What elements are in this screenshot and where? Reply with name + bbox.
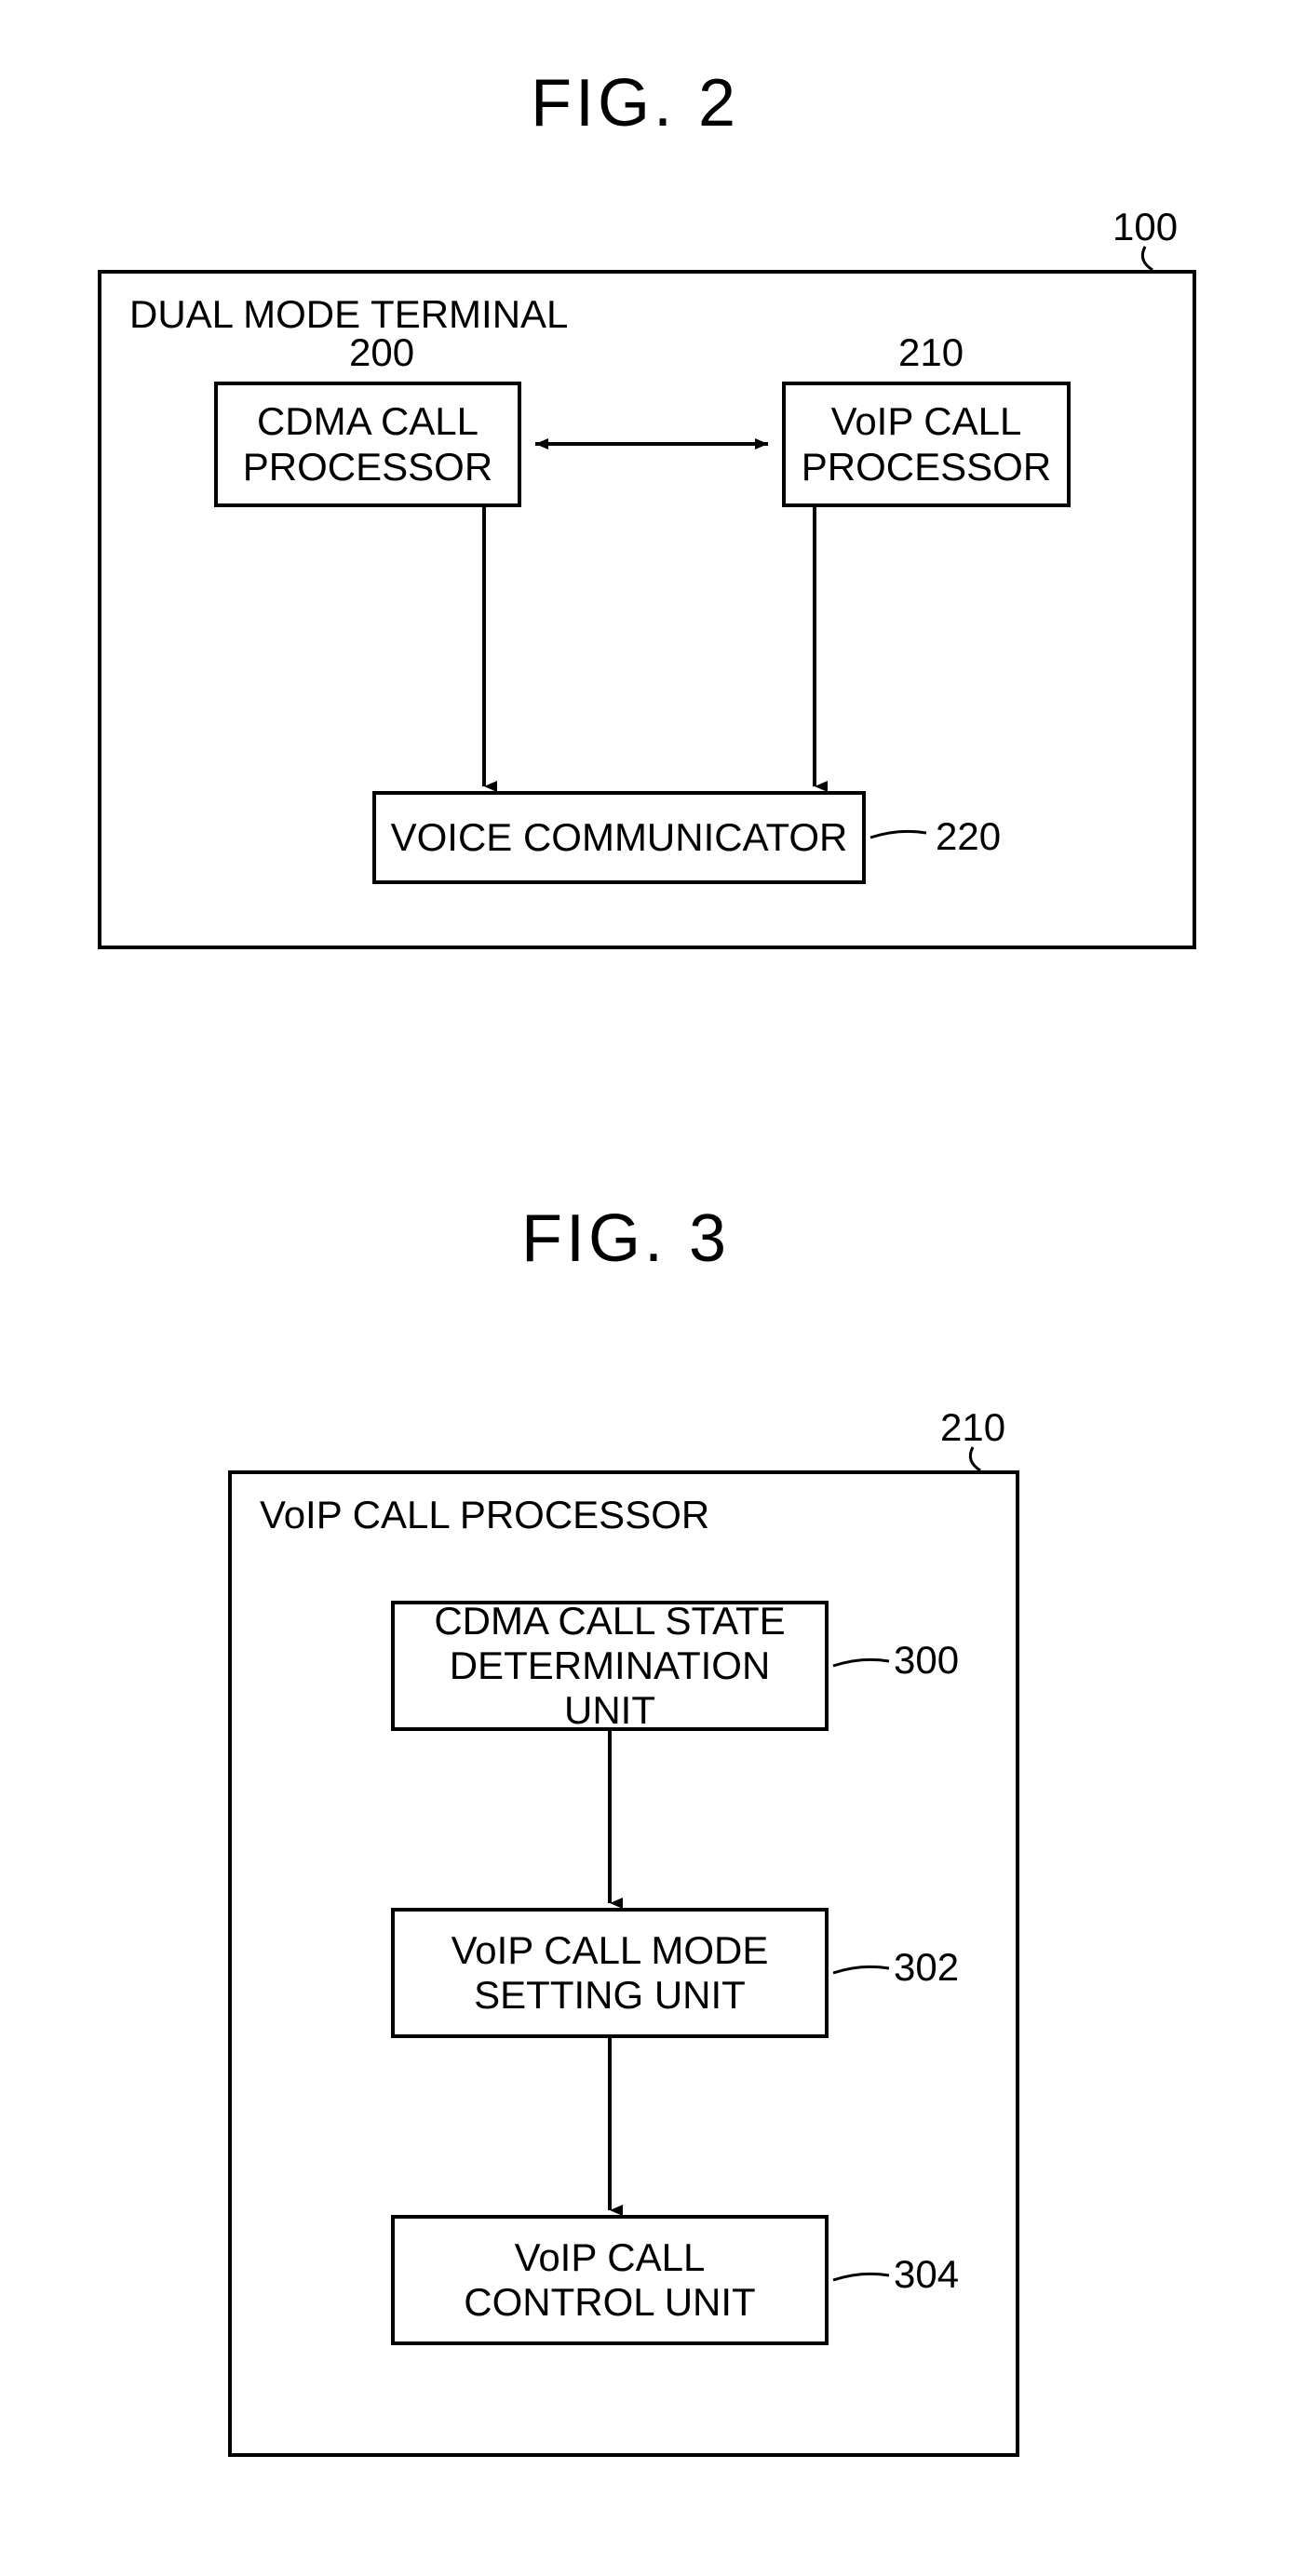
page: FIG. 2 100 DUAL MODE TERMINAL 200 CDMA C… [0,0,1294,2576]
fig2-outer-ref: 100 [1112,205,1178,249]
fig3-ctrl-box: VoIP CALL CONTROL UNIT [391,2215,829,2345]
fig2-title: FIG. 2 [531,65,739,141]
fig3-mode-ref: 302 [894,1945,959,1990]
fig3-mode-box: VoIP CALL MODE SETTING UNIT [391,1908,829,2038]
fig2-voip-box: VoIP CALL PROCESSOR [782,382,1071,507]
fig2-voice-ref: 220 [936,814,1001,859]
fig2-voip-ref: 210 [898,330,964,375]
fig3-outer-ref: 210 [940,1405,1005,1450]
fig3-ctrl-ref: 304 [894,2252,959,2297]
fig2-cdma-box: CDMA CALL PROCESSOR [214,382,521,507]
fig3-state-ref: 300 [894,1638,959,1683]
fig3-outer-label: VoIP CALL PROCESSOR [260,1493,709,1537]
fig2-voice-box: VOICE COMMUNICATOR [372,791,866,884]
fig3-state-box: CDMA CALL STATE DETERMINATION UNIT [391,1601,829,1731]
fig2-cdma-ref: 200 [349,330,414,375]
fig3-title: FIG. 3 [521,1201,730,1277]
